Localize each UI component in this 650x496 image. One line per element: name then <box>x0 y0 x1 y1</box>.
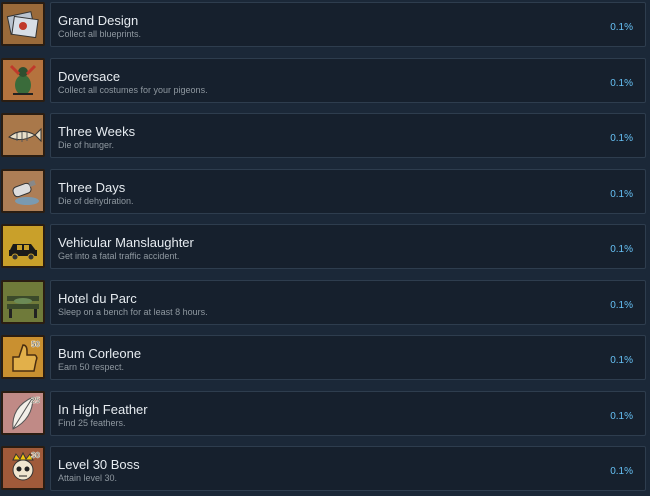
icon-badge: 25 <box>31 396 40 405</box>
crowned-skull-icon: 30 <box>1 446 45 490</box>
achievement-description: Earn 50 respect. <box>58 362 125 372</box>
achievement-panel: Bum Corleone Earn 50 respect. 0.1% <box>50 335 646 380</box>
unlock-percentage: 0.1% <box>610 244 633 255</box>
achievement-description: Die of hunger. <box>58 140 115 150</box>
car-icon <box>1 224 45 268</box>
icon-badge: 30 <box>31 451 40 460</box>
unlock-percentage: 0.1% <box>610 189 633 200</box>
icon-badge: 50 <box>31 340 40 349</box>
unlock-percentage: 0.1% <box>610 355 633 366</box>
achievement-row: Hotel du Parc Sleep on a bench for at lea… <box>0 278 650 330</box>
achievement-description: Attain level 30. <box>58 473 118 483</box>
achievement-title: Bum Corleone <box>58 346 142 361</box>
unlock-percentage: 0.1% <box>610 78 633 89</box>
achievement-title: Grand Design <box>58 13 139 28</box>
achievement-panel: Three Days Die of dehydration. 0.1% <box>50 169 646 214</box>
achievement-panel: Hotel du Parc Sleep on a bench for at lea… <box>50 280 646 325</box>
achievement-description: Get into a fatal traffic accident. <box>58 251 180 261</box>
feather-icon: 25 <box>1 391 45 435</box>
achievement-title: Doversace <box>58 69 121 84</box>
achievement-row: 50 Bum Corleone Earn 50 respect. 0.1% <box>0 333 650 385</box>
pigeon-costume-icon <box>1 58 45 102</box>
bench-icon <box>1 280 45 324</box>
achievement-panel: Doversace Collect all costumes for your p… <box>50 58 646 103</box>
spilled-bottle-icon <box>1 169 45 213</box>
achievement-row: Three Days Die of dehydration. 0.1% <box>0 167 650 219</box>
achievement-description: Find 25 feathers. <box>58 418 126 428</box>
achievement-title: Vehicular Manslaughter <box>58 235 194 250</box>
achievement-row: 30 Level 30 Boss Attain level 30. 0.1% <box>0 444 650 496</box>
achievement-list: Grand Design Collect all blueprints. 0.1% D… <box>0 0 650 494</box>
achievement-panel: In High Feather Find 25 feathers. 0.1% <box>50 391 646 436</box>
fish-skeleton-icon <box>1 113 45 157</box>
blueprints-icon <box>1 2 45 46</box>
unlock-percentage: 0.1% <box>610 133 633 144</box>
achievement-title: Hotel du Parc <box>58 291 137 306</box>
thumbs-up-icon: 50 <box>1 335 45 379</box>
achievement-row: Grand Design Collect all blueprints. 0.1% <box>0 0 650 52</box>
achievement-description: Sleep on a bench for at least 8 hours. <box>58 307 208 317</box>
achievement-title: Level 30 Boss <box>58 457 140 472</box>
achievement-row: 25 In High Feather Find 25 feathers. 0.1% <box>0 389 650 441</box>
achievement-row: Doversace Collect all costumes for your p… <box>0 56 650 108</box>
unlock-percentage: 0.1% <box>610 411 633 422</box>
achievement-title: In High Feather <box>58 402 148 417</box>
unlock-percentage: 0.1% <box>610 300 633 311</box>
achievement-panel: Vehicular Manslaughter Get into a fatal t… <box>50 224 646 269</box>
achievement-row: Vehicular Manslaughter Get into a fatal t… <box>0 222 650 274</box>
achievement-description: Collect all costumes for your pigeons. <box>58 85 208 95</box>
achievement-title: Three Weeks <box>58 124 136 139</box>
achievement-title: Three Days <box>58 180 126 195</box>
achievement-row: Three Weeks Die of hunger. 0.1% <box>0 111 650 163</box>
achievement-panel: Three Weeks Die of hunger. 0.1% <box>50 113 646 158</box>
achievement-description: Die of dehydration. <box>58 196 134 206</box>
unlock-percentage: 0.1% <box>610 22 633 33</box>
achievement-panel: Grand Design Collect all blueprints. 0.1% <box>50 2 646 47</box>
unlock-percentage: 0.1% <box>610 466 633 477</box>
achievement-description: Collect all blueprints. <box>58 29 142 39</box>
achievement-panel: Level 30 Boss Attain level 30. 0.1% <box>50 446 646 491</box>
